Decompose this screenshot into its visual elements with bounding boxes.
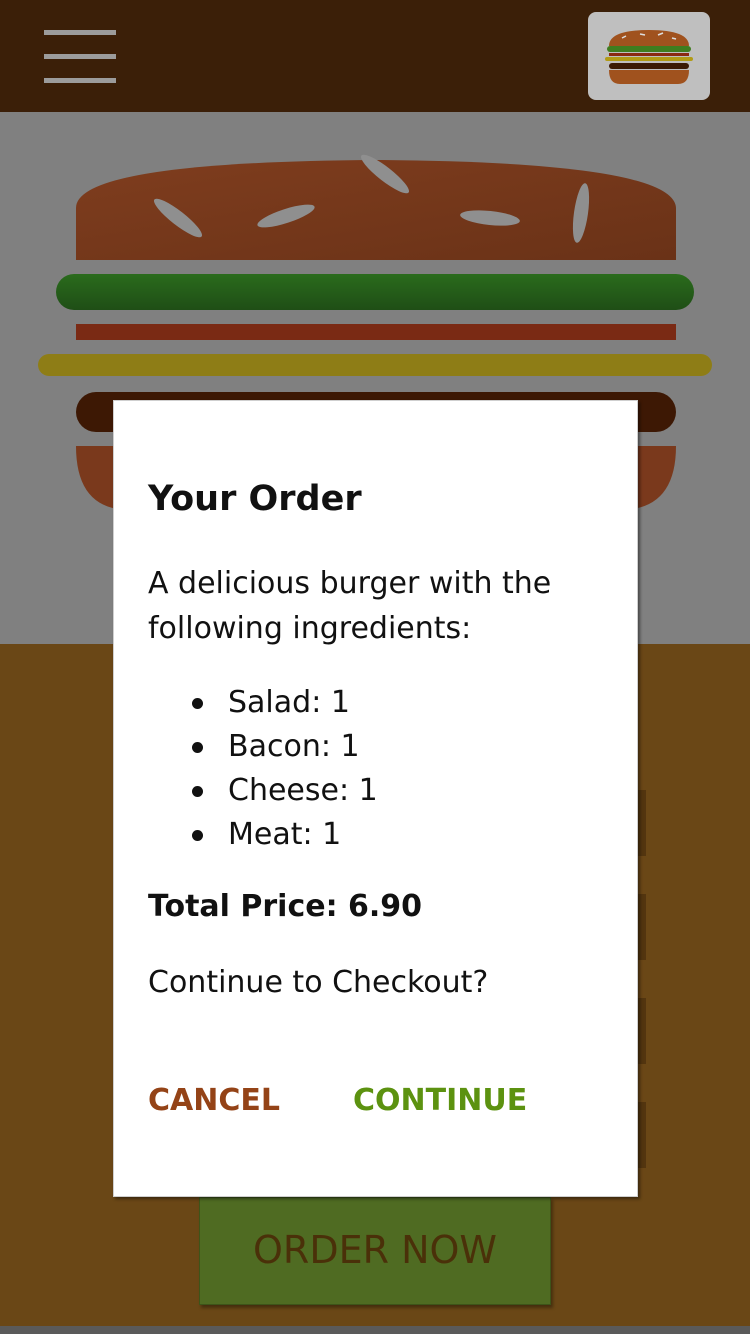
continue-button[interactable]: CONTINUE: [353, 1083, 527, 1118]
toolbar: [0, 0, 750, 112]
list-item: Salad: 1: [148, 681, 378, 725]
hamburger-menu-icon[interactable]: [44, 30, 116, 84]
cancel-button[interactable]: CANCEL: [148, 1083, 280, 1118]
list-item: Bacon: 1: [148, 725, 378, 769]
list-item: Cheese: 1: [148, 769, 378, 813]
modal-title: Your Order: [148, 479, 362, 519]
salad-layer: [56, 274, 694, 310]
list-item: Meat: 1: [148, 813, 378, 857]
burger-logo-icon[interactable]: [588, 12, 710, 100]
checkout-question: Continue to Checkout?: [148, 965, 489, 1000]
bottom-bar: [0, 1326, 750, 1334]
order-summary-modal: Your Order A delicious burger with the f…: [113, 400, 638, 1197]
cheese-layer: [38, 354, 712, 376]
bacon-layer: [76, 324, 676, 340]
order-now-button[interactable]: ORDER NOW: [199, 1197, 551, 1305]
ingredient-list: Salad: 1 Bacon: 1 Cheese: 1 Meat: 1: [148, 681, 378, 857]
order-description: A delicious burger with the following in…: [148, 566, 552, 646]
bun-top: [76, 154, 676, 260]
total-price: Total Price: 6.90: [148, 889, 423, 924]
